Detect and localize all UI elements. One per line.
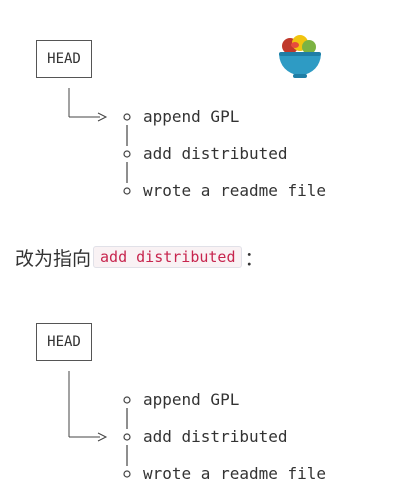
diagram-after-lines <box>68 371 131 478</box>
commit-add-distributed: add distributed <box>143 427 288 446</box>
head-pointer-box: HEAD <box>36 323 92 361</box>
commit-append-gpl: append GPL <box>143 390 240 409</box>
commit-wrote-readme: wrote a readme file <box>143 464 327 483</box>
